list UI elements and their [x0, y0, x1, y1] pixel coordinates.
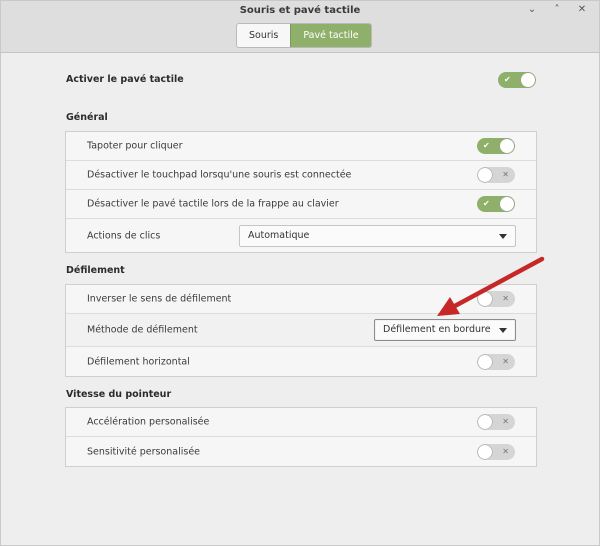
scroll-method-value: Défilement en bordure [383, 324, 491, 335]
natural-scroll-switch[interactable]: ✕ [477, 291, 515, 307]
chevron-down-icon [499, 233, 507, 239]
scrolling-group: Inverser le sens de défilement ✕ Méthode… [65, 284, 537, 377]
horizontal-scroll-switch[interactable]: ✕ [477, 353, 515, 370]
natural-scroll-label: Inverser le sens de défilement [87, 293, 232, 305]
switch-knob [478, 292, 492, 306]
cross-icon: ✕ [502, 356, 509, 366]
section-title-pointer-speed: Vitesse du pointeur [66, 389, 172, 400]
close-icon[interactable]: ✕ [577, 4, 587, 15]
switch-knob [478, 415, 492, 429]
section-title-scrolling: Défilement [66, 265, 125, 276]
click-actions-row: Actions de clics Automatique [66, 219, 536, 252]
check-icon: ✔ [483, 199, 490, 208]
check-icon: ✔ [483, 141, 490, 150]
disable-while-typing-label: Désactiver le pavé tactile lors de la fr… [87, 198, 339, 210]
pointer-speed-group: Accélération personalisée ✕ Sensitivité … [65, 407, 537, 467]
maximize-icon[interactable]: ˄ [552, 4, 562, 15]
switch-knob [500, 197, 514, 211]
horizontal-scroll-row: Défilement horizontal ✕ [66, 347, 536, 376]
custom-acceleration-row: Accélération personalisée ✕ [66, 408, 536, 437]
section-title-general: Général [66, 112, 108, 123]
chevron-down-icon [499, 328, 507, 333]
cross-icon: ✕ [502, 170, 509, 179]
disable-while-typing-row: Désactiver le pavé tactile lors de la fr… [66, 190, 536, 219]
switch-knob [478, 168, 492, 182]
title-bar: Souris et pavé tactile ⌄ ˄ ✕ Souris Pavé… [1, 1, 599, 53]
switch-knob [521, 73, 535, 87]
stack-switcher: Souris Pavé tactile [236, 23, 372, 48]
settings-window: Souris et pavé tactile ⌄ ˄ ✕ Souris Pavé… [0, 0, 600, 546]
tap-to-click-label: Tapoter pour cliquer [87, 140, 183, 152]
disable-while-typing-switch[interactable]: ✔ [477, 196, 515, 212]
cross-icon: ✕ [502, 417, 509, 426]
click-actions-dropdown[interactable]: Automatique [239, 224, 516, 247]
scroll-method-dropdown[interactable]: Défilement en bordure [374, 319, 516, 341]
switch-knob [500, 139, 514, 153]
minimize-icon[interactable]: ⌄ [527, 4, 537, 15]
scroll-method-row: Méthode de défilement Défilement en bord… [66, 314, 536, 347]
cross-icon: ✕ [502, 294, 509, 303]
cross-icon: ✕ [502, 446, 509, 456]
window-title: Souris et pavé tactile [239, 5, 361, 16]
tab-pave-tactile[interactable]: Pavé tactile [290, 24, 371, 47]
click-actions-label: Actions de clics [87, 230, 161, 241]
switch-knob [478, 354, 492, 369]
custom-sensitivity-label: Sensitivité personalisée [87, 446, 201, 457]
switch-knob [478, 444, 492, 459]
custom-acceleration-switch[interactable]: ✕ [477, 414, 515, 430]
tap-to-click-switch[interactable]: ✔ [477, 138, 515, 154]
enable-touchpad-row: Activer le pavé tactile ✔ [66, 71, 536, 91]
general-group: Tapoter pour cliquer ✔ Désactiver le tou… [65, 131, 537, 253]
natural-scroll-row: Inverser le sens de défilement ✕ [66, 285, 536, 314]
custom-acceleration-label: Accélération personalisée [87, 416, 210, 428]
disable-with-mouse-label: Désactiver le touchpad lorsqu'une souris… [87, 169, 352, 181]
check-icon: ✔ [504, 75, 511, 84]
tap-to-click-row: Tapoter pour cliquer ✔ [66, 132, 536, 161]
enable-touchpad-label: Activer le pavé tactile [66, 74, 184, 85]
scroll-method-label: Méthode de défilement [87, 324, 198, 336]
horizontal-scroll-label: Défilement horizontal [87, 356, 190, 367]
window-controls: ⌄ ˄ ✕ [527, 4, 587, 15]
click-actions-value: Automatique [248, 229, 310, 241]
enable-touchpad-switch[interactable]: ✔ [498, 72, 536, 88]
disable-with-mouse-switch[interactable]: ✕ [477, 167, 515, 183]
disable-with-mouse-row: Désactiver le touchpad lorsqu'une souris… [66, 161, 536, 190]
tab-souris[interactable]: Souris [237, 24, 291, 47]
custom-sensitivity-switch[interactable]: ✕ [477, 443, 515, 460]
custom-sensitivity-row: Sensitivité personalisée ✕ [66, 437, 536, 466]
